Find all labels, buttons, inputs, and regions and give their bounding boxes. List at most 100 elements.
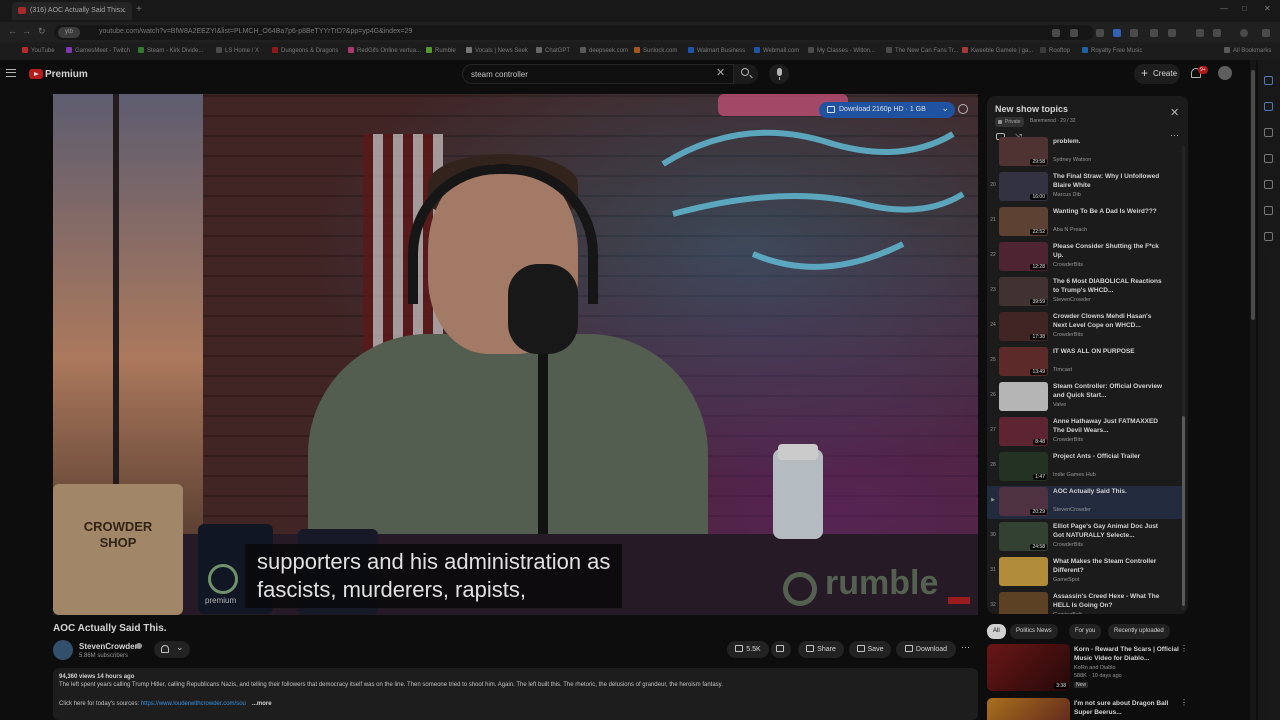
bookmark-item[interactable]: ChatGPT bbox=[536, 47, 570, 54]
close-tab-icon[interactable]: ✕ bbox=[119, 6, 126, 15]
playlist-item-title[interactable]: Elliot Page's Gay Animal Doc Just Got NA… bbox=[1053, 522, 1165, 540]
timer-icon[interactable] bbox=[958, 104, 968, 114]
playlist-item[interactable]: 24 17:38 Crowder Clowns Mehdi Hasan's Next… bbox=[987, 311, 1182, 344]
playlist-item-thumbnail[interactable]: 16:00 bbox=[999, 172, 1048, 201]
bookmark-item[interactable]: YouTube bbox=[22, 47, 55, 54]
sidebar-tool-icon[interactable] bbox=[1264, 232, 1273, 241]
search-button[interactable] bbox=[734, 64, 758, 84]
bookmark-item[interactable]: deepseek.com bbox=[580, 47, 628, 54]
browser-menu-icon[interactable] bbox=[1262, 29, 1270, 37]
extension-icon[interactable] bbox=[1052, 29, 1060, 37]
youtube-logo-icon[interactable] bbox=[29, 69, 43, 79]
bookmark-item[interactable]: The New Can Fans Tr... bbox=[886, 47, 958, 54]
playlist-item-thumbnail[interactable]: 20:29 bbox=[999, 487, 1048, 516]
maximize-icon[interactable]: □ bbox=[1242, 4, 1247, 13]
playlist-item-thumbnail[interactable]: 29:58 bbox=[999, 137, 1048, 166]
playlist-item[interactable]: 30 24:58 Elliot Page's Gay Animal Doc Just… bbox=[987, 521, 1182, 554]
recommendation-title[interactable]: I'm not sure about Dragon Ball Super Bee… bbox=[1074, 699, 1180, 717]
sources-link[interactable]: https://www.louderwithcrowder.com/sou bbox=[141, 701, 246, 707]
playlist-item-title[interactable]: The 6 Most DIABOLICAL Reactions to Trump… bbox=[1053, 277, 1165, 295]
sidebar-tool-icon[interactable] bbox=[1264, 102, 1273, 111]
channel-name[interactable]: StevenCrowder bbox=[79, 642, 138, 651]
extension-icon[interactable] bbox=[1096, 29, 1104, 37]
all-bookmarks[interactable]: All Bookmarks bbox=[1224, 47, 1271, 54]
profile-icon[interactable] bbox=[1240, 29, 1248, 37]
browser-tab[interactable]: (316) AOC Actually Said This... ✕ bbox=[12, 2, 132, 20]
playlist-item[interactable]: 25 13:49 IT WAS ALL ON PURPOSE Timcast bbox=[987, 346, 1182, 379]
download-button[interactable]: Download bbox=[896, 641, 956, 658]
video-player[interactable]: CROWDER SHOP premium rumble supporters a… bbox=[53, 94, 978, 615]
bookmark-item[interactable]: Kweeble Gamele | ga... bbox=[962, 47, 1033, 54]
bookmark-item[interactable]: Royalty Free Music bbox=[1082, 47, 1142, 54]
sidebar-tool-icon[interactable] bbox=[1264, 154, 1273, 163]
reload-icon[interactable]: ↻ bbox=[38, 26, 46, 37]
show-more-link[interactable]: ...more bbox=[252, 701, 272, 707]
playlist-item-thumbnail[interactable] bbox=[999, 557, 1048, 586]
playlist-item-title[interactable]: What Makes the Steam Controller Differen… bbox=[1053, 557, 1165, 575]
bookmark-item[interactable]: RedGifs Online vertua... bbox=[348, 47, 421, 54]
playlist-item-thumbnail[interactable]: 13:49 bbox=[999, 347, 1048, 376]
back-icon[interactable]: ← bbox=[8, 26, 17, 36]
search-input[interactable]: steam controller bbox=[462, 64, 734, 84]
close-window-icon[interactable]: ✕ bbox=[1264, 4, 1271, 13]
playlist-item-thumbnail[interactable]: 8:48 bbox=[999, 417, 1048, 446]
url-field[interactable]: ytb youtube.com/watch?v=BfW8A2EEZYI&list… bbox=[54, 25, 1094, 40]
extension-icon[interactable] bbox=[1130, 29, 1138, 37]
bookmark-item[interactable]: LS Home / X bbox=[216, 47, 259, 54]
playlist-item[interactable]: 29:58 problem. Sydney Watson bbox=[987, 136, 1182, 169]
playlist-item-thumbnail[interactable]: 1:47 bbox=[999, 452, 1048, 481]
playlist-item-title[interactable]: AOC Actually Said This. bbox=[1053, 487, 1165, 496]
bookmark-item[interactable]: GamesMeet - Twitch bbox=[66, 47, 130, 54]
playlist-item[interactable]: 27 8:48 Anne Hathaway Just FATMAXXED The D… bbox=[987, 416, 1182, 449]
playlist-item[interactable]: 23 39:59 The 6 Most DIABOLICAL Reactions t… bbox=[987, 276, 1182, 309]
chip-politics-news[interactable]: Politics News bbox=[1010, 624, 1058, 639]
youtube-premium-logo[interactable]: Premium bbox=[45, 69, 88, 80]
forward-icon[interactable]: → bbox=[22, 26, 31, 36]
playlist-item-thumbnail[interactable]: 22:52 bbox=[999, 207, 1048, 236]
playlist-item-title[interactable]: Project Ants - Official Trailer bbox=[1053, 452, 1165, 461]
new-tab-icon[interactable]: + bbox=[136, 4, 142, 15]
more-actions-icon[interactable]: ⋯ bbox=[961, 642, 970, 653]
sidebar-tool-icon[interactable] bbox=[1264, 76, 1273, 85]
playlist-item-title[interactable]: problem. bbox=[1053, 137, 1165, 146]
sidebar-icon[interactable] bbox=[1196, 29, 1204, 37]
download-video-button[interactable]: Download 2160p HD · 1 GB ⌄ bbox=[819, 102, 955, 118]
bookmark-item[interactable]: Vocals | News Seek bbox=[466, 47, 528, 54]
playlist-title[interactable]: New show topics bbox=[995, 104, 1068, 114]
extension-icon[interactable] bbox=[1168, 29, 1176, 37]
like-button[interactable]: 5.5K bbox=[727, 641, 769, 658]
recommendation-channel[interactable]: KoRn and Diablo bbox=[1074, 665, 1116, 671]
site-info-chip[interactable]: ytb bbox=[58, 27, 80, 38]
recommendation-thumbnail[interactable]: 3:38 bbox=[987, 644, 1070, 691]
recommendation-title[interactable]: Korn - Reward The Scars | Official Music… bbox=[1074, 645, 1180, 663]
sidebar-tool-icon[interactable] bbox=[1264, 180, 1273, 189]
chip-recently-uploaded[interactable]: Recently uploaded bbox=[1108, 624, 1170, 639]
bookmark-item[interactable]: Steam - Kirk Divide... bbox=[138, 47, 203, 54]
more-options-icon[interactable]: ⋮ bbox=[1180, 644, 1188, 653]
recommendation-item[interactable]: I'm not sure about Dragon Ball Super Bee… bbox=[987, 698, 1188, 720]
recommendation-item[interactable]: 3:38 Korn - Reward The Scars | Official … bbox=[987, 644, 1188, 694]
extension-icon[interactable] bbox=[1113, 29, 1121, 37]
playlist-item-thumbnail[interactable]: 12:28 bbox=[999, 242, 1048, 271]
bookmark-item[interactable]: My Classes - Wilton... bbox=[808, 47, 875, 54]
playlist-item-title[interactable]: Steam Controller: Official Overview and … bbox=[1053, 382, 1165, 400]
channel-avatar[interactable] bbox=[53, 640, 73, 660]
playlist-item-title[interactable]: Please Consider Shutting the F*ck Up. bbox=[1053, 242, 1165, 260]
subscribed-button[interactable]: ⌄ bbox=[154, 641, 190, 658]
playlist-item[interactable]: 28 1:47 Project Ants - Official Trailer Ind… bbox=[987, 451, 1182, 484]
sidebar-tool-icon[interactable] bbox=[1264, 206, 1273, 215]
playlist-item-thumbnail[interactable] bbox=[999, 382, 1048, 411]
playlist-item[interactable]: ▶ 20:29 AOC Actually Said This. StevenCrowd… bbox=[987, 486, 1182, 519]
playlist-item[interactable]: 32 Assassin's Creed Hexe - What The HELL … bbox=[987, 591, 1182, 614]
bookmark-item[interactable]: Walmart Business bbox=[688, 47, 745, 54]
playlist-item-title[interactable]: IT WAS ALL ON PURPOSE bbox=[1053, 347, 1165, 356]
save-button[interactable]: Save bbox=[849, 641, 891, 658]
page-scrollbar-thumb[interactable] bbox=[1251, 70, 1255, 320]
playlist-item-thumbnail[interactable]: 39:59 bbox=[999, 277, 1048, 306]
video-description[interactable]: 94,360 views 14 hours ago The left spent… bbox=[53, 668, 978, 720]
playlist-item-thumbnail[interactable]: 24:58 bbox=[999, 522, 1048, 551]
account-avatar[interactable] bbox=[1218, 66, 1232, 80]
more-options-icon[interactable]: ⋮ bbox=[1180, 698, 1188, 707]
playlist-item-title[interactable]: Wanting To Be A Dad Is Weird??? bbox=[1053, 207, 1165, 216]
share-button[interactable]: Share bbox=[798, 641, 844, 658]
